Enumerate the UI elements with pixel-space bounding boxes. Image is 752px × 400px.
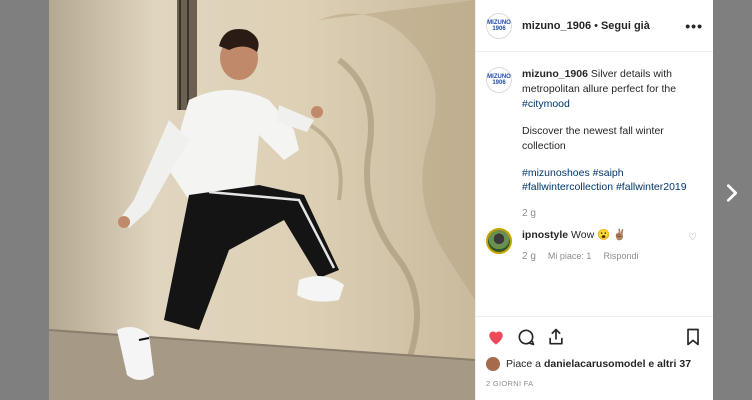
action-bar: Piace a danielacarusomodel e altri 37 2 … <box>476 316 713 388</box>
comment-time: 2 g <box>522 250 536 262</box>
hashtag-link[interactable]: #saiph <box>593 167 624 179</box>
hashtag-link[interactable]: #fallwinter2019 <box>616 181 687 193</box>
post-header: MIZUNO 1906 mizuno_1906 • Segui già ••• <box>476 0 713 52</box>
comment-text: Wow 😮 ✌🏽 <box>571 228 627 241</box>
comment-meta: 2 g Mi piace: 1 Rispondi <box>522 251 692 262</box>
caption-line: Discover the newest fall winter collecti… <box>522 124 664 152</box>
separator-dot: • <box>594 19 598 32</box>
hashtag-link[interactable]: #fallwintercollection <box>522 181 613 193</box>
caption-avatar[interactable]: MIZUNO 1906 <box>486 67 512 93</box>
account-username[interactable]: mizuno_1906 <box>522 20 591 32</box>
comments-section[interactable]: MIZUNO 1906 mizuno_1906 Silver details w… <box>476 53 713 315</box>
comment-likes[interactable]: Mi piace: 1 <box>548 251 592 262</box>
caption-hashtags: #mizunoshoes #saiph #fallwintercollectio… <box>522 166 703 196</box>
more-icon[interactable]: ••• <box>685 18 703 34</box>
likes-prefix: Piace a <box>506 358 542 370</box>
commenter-username[interactable]: ipnostyle <box>522 229 568 241</box>
post-date: 2 GIORNI FA <box>486 379 534 388</box>
likes-others[interactable]: e altri 37 <box>648 358 691 370</box>
hashtag-link[interactable]: #citymood <box>522 98 570 110</box>
post-panel: MIZUNO 1906 mizuno_1906 • Segui già ••• … <box>475 0 713 400</box>
account-avatar[interactable]: MIZUNO 1906 <box>486 12 512 39</box>
bookmark-icon[interactable] <box>683 327 703 347</box>
chevron-right-icon[interactable] <box>721 182 743 204</box>
caption: MIZUNO 1906 mizuno_1906 Silver details w… <box>486 67 703 222</box>
share-icon[interactable] <box>546 327 566 347</box>
following-button[interactable]: Segui già <box>601 20 650 32</box>
post-photo[interactable] <box>49 0 475 400</box>
heart-icon[interactable] <box>486 327 506 347</box>
comment-body: ipnostyle Wow 😮 ✌🏽 2 g Mi piace: 1 Rispo… <box>522 228 692 262</box>
comment: ipnostyle Wow 😮 ✌🏽 2 g Mi piace: 1 Rispo… <box>486 227 703 262</box>
action-icons <box>486 325 703 349</box>
comment-like-icon[interactable]: ♡ <box>688 232 697 243</box>
caption-text: mizuno_1906 Silver details with metropol… <box>522 67 703 222</box>
caption-time: 2 g <box>522 208 536 220</box>
reply-button[interactable]: Rispondi <box>603 251 638 262</box>
commenter-avatar[interactable] <box>486 227 512 254</box>
comment-icon[interactable] <box>516 327 536 347</box>
liker-username[interactable]: danielacarusomodel <box>544 358 646 370</box>
hashtag-link[interactable]: #mizunoshoes <box>522 167 590 179</box>
liker-avatar[interactable] <box>486 357 500 371</box>
caption-username[interactable]: mizuno_1906 <box>522 68 588 80</box>
likes-summary: Piace a danielacarusomodel e altri 37 <box>486 357 703 371</box>
